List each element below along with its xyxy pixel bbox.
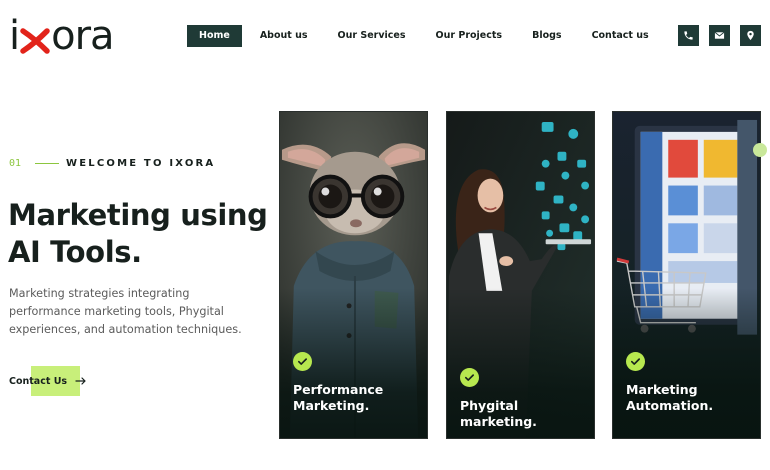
location-pin-icon	[747, 30, 754, 41]
service-card-marketing-automation[interactable]: Marketing Automation.	[612, 111, 761, 439]
card-title: Phygital marketing.	[460, 398, 590, 430]
location-button[interactable]	[740, 25, 761, 46]
email-button[interactable]	[709, 25, 730, 46]
decorative-dot	[753, 143, 767, 157]
logo-x-mark-icon	[20, 23, 50, 54]
eyebrow-text: WELCOME TO IXORA	[66, 157, 216, 169]
service-card-performance-marketing[interactable]: Performance Marketing.	[279, 111, 428, 439]
card-title: Performance Marketing.	[293, 382, 423, 414]
logo-letter-i: i	[9, 13, 20, 59]
arrow-right-icon	[75, 377, 86, 385]
hero-title: Marketing using AI Tools.	[8, 197, 268, 271]
nav-item-our-services[interactable]: Our Services	[326, 25, 418, 47]
nav-item-our-projects[interactable]: Our Projects	[424, 25, 515, 47]
ixora-logo[interactable]: i ora	[9, 13, 115, 59]
card-title: Marketing Automation.	[626, 382, 756, 414]
nav-item-home[interactable]: Home	[187, 25, 242, 47]
card-title-line-2: Automation.	[626, 398, 714, 413]
welcome-eyebrow: 01 WELCOME TO IXORA	[9, 156, 215, 170]
service-card-phygital-marketing[interactable]: Phygital marketing.	[446, 111, 595, 439]
card-title-line-1: Marketing	[626, 382, 698, 397]
eyebrow-divider	[35, 162, 59, 164]
envelope-icon	[714, 31, 725, 39]
hero-description: Marketing strategies integrating perform…	[9, 287, 242, 336]
phone-button[interactable]	[678, 25, 699, 46]
hero-title-line-2: AI Tools.	[8, 235, 142, 269]
nav-item-contact-us[interactable]: Contact us	[580, 25, 661, 47]
phone-icon	[684, 31, 693, 40]
hero-title-line-1: Marketing using	[8, 198, 268, 232]
nav-item-blogs[interactable]: Blogs	[520, 25, 573, 47]
main-nav: Home About us Our Services Our Projects …	[187, 25, 661, 47]
card-title-line-1: Phygital marketing.	[460, 398, 537, 429]
check-circle-icon	[460, 368, 479, 387]
eyebrow-number: 01	[9, 157, 22, 169]
logo-letters-ora: ora	[51, 13, 114, 59]
contact-us-button[interactable]: Contact Us	[9, 366, 86, 396]
check-circle-icon	[293, 352, 312, 371]
cta-label: Contact Us	[9, 375, 68, 387]
card-title-line-2: Marketing.	[293, 398, 370, 413]
nav-item-about-us[interactable]: About us	[248, 25, 320, 47]
card-title-line-1: Performance	[293, 382, 384, 397]
check-circle-icon	[626, 352, 645, 371]
